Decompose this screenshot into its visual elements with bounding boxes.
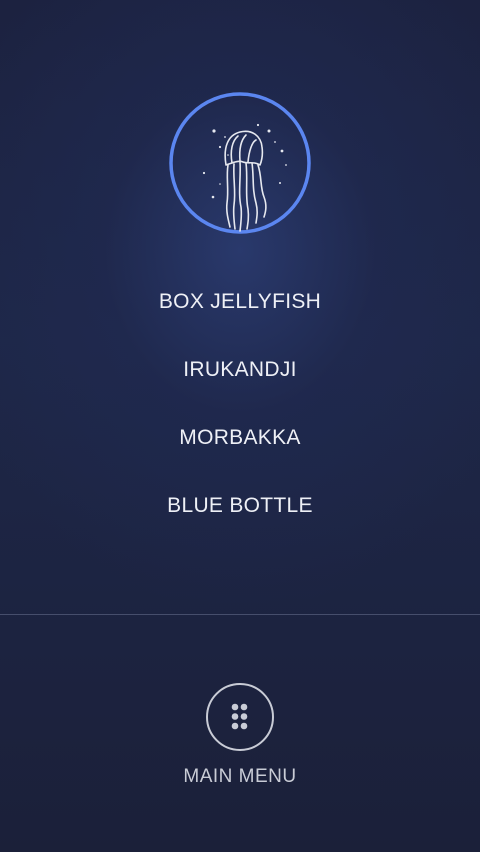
species-menu: BOX JELLYFISH IRUKANDJI MORBAKKA BLUE BO…	[0, 268, 480, 540]
jellyfish-logo	[168, 91, 312, 235]
main-menu-button[interactable]	[206, 683, 274, 751]
main-menu-label[interactable]: MAIN MENU	[0, 766, 480, 788]
bottom-nav: MAIN MENU	[0, 683, 480, 788]
menu-item-morbakka[interactable]: MORBAKKA	[0, 404, 480, 472]
menu-item-box-jellyfish[interactable]: BOX JELLYFISH	[0, 268, 480, 336]
jellyfish-icon	[169, 92, 311, 234]
menu-item-irukandji[interactable]: IRUKANDJI	[0, 336, 480, 404]
divider	[0, 614, 480, 615]
grid-dots-icon	[231, 703, 248, 730]
menu-item-blue-bottle[interactable]: BLUE BOTTLE	[0, 472, 480, 540]
